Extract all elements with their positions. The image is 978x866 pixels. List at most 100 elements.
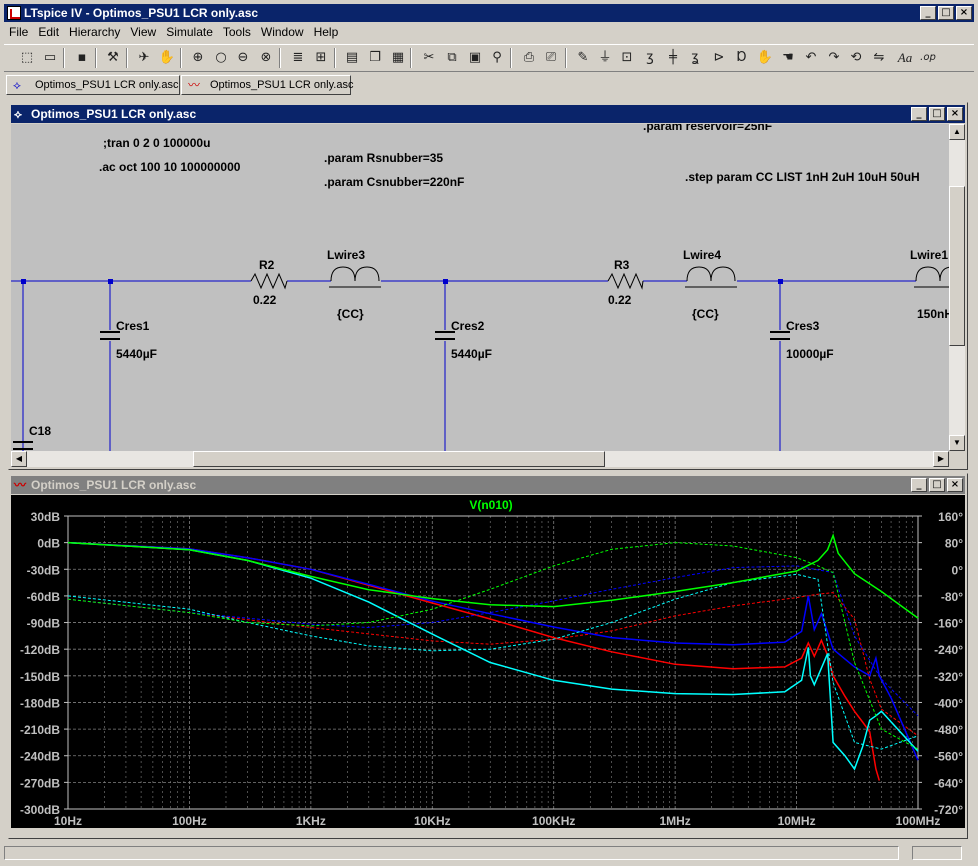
grid-icon[interactable]: ⊞ <box>312 49 330 67</box>
bode-plot[interactable]: 30dB 0dB -30dB -60dB -90dB -120dB -150dB -180dB… <box>11 495 965 828</box>
schematic-minimize-button[interactable]: _ <box>911 107 927 121</box>
tile-icon[interactable]: ▦ <box>389 49 407 67</box>
cres3-value[interactable]: 10000µF <box>786 347 834 361</box>
trace-label-v-n010[interactable]: V(n010) <box>469 498 512 512</box>
zoom-out-icon[interactable]: ○ <box>212 49 230 67</box>
trace-phase-7[interactable] <box>67 542 919 750</box>
move-icon[interactable]: ✋ <box>756 49 774 67</box>
rotate-icon[interactable]: ⟲ <box>847 49 865 67</box>
paste-icon[interactable]: ▣ <box>466 49 484 67</box>
horizontal-scroll-thumb[interactable] <box>193 451 605 467</box>
tab-schematic[interactable]: ⟡ Optimos_PSU1 LCR only.asc <box>6 75 180 95</box>
inductor-lwire3[interactable] <box>329 266 381 288</box>
zoom-in-icon[interactable]: ⊕ <box>189 49 207 67</box>
menu-window[interactable]: Window <box>256 25 309 39</box>
cres1-value[interactable]: 5440µF <box>116 347 157 361</box>
copy-icon[interactable]: ⧉ <box>443 49 461 67</box>
zoom-cancel-icon[interactable]: ⊗ <box>257 49 275 67</box>
schematic-vertical-scrollbar[interactable]: ▲ ▼ <box>949 124 965 451</box>
menu-help[interactable]: Help <box>309 25 344 39</box>
new-schematic-icon[interactable]: ⬚ <box>18 49 36 67</box>
cres2-value[interactable]: 5440µF <box>451 347 492 361</box>
directive-tran[interactable]: ;tran 0 2 0 100000u <box>103 136 210 150</box>
halt-icon[interactable]: ✋ <box>158 49 176 67</box>
trace-phase-5[interactable] <box>67 573 919 750</box>
ground-icon[interactable]: ⏚ <box>596 49 614 67</box>
directive-reservoir[interactable]: .param reservoir=25nF <box>643 124 772 133</box>
y-left-tick-label: -150dB <box>20 670 60 684</box>
directive-rsnubber[interactable]: .param Rsnubber=35 <box>324 151 443 165</box>
print-icon[interactable]: ⎙ <box>520 49 538 67</box>
save-icon[interactable]: ▪ <box>73 49 91 67</box>
scroll-right-icon[interactable]: ▶ <box>933 451 949 467</box>
menu-simulate[interactable]: Simulate <box>161 25 218 39</box>
redo-icon[interactable]: ↷ <box>825 49 843 67</box>
component-icon[interactable]: Ɒ <box>733 49 751 67</box>
mirror-icon[interactable]: ⇋ <box>870 49 888 67</box>
menu-file[interactable]: File <box>4 25 33 39</box>
capacitor-cres1[interactable] <box>100 331 120 340</box>
resistor-icon[interactable]: ʒ <box>641 49 659 67</box>
text-icon[interactable]: Aa <box>896 49 914 67</box>
autorange-icon[interactable]: ≣ <box>289 49 307 67</box>
schematic-maximize-button[interactable]: □ <box>929 107 945 121</box>
close-button[interactable]: × <box>956 6 972 20</box>
directive-step[interactable]: .step param CC LIST 1nH 2uH 10uH 50uH <box>685 170 920 184</box>
y-right-tick-label: 80° <box>945 537 963 551</box>
directive-ac[interactable]: .ac oct 100 10 100000000 <box>99 160 241 174</box>
waveform-close-button[interactable]: × <box>947 478 963 492</box>
lwire4-value[interactable]: {CC} <box>692 307 719 321</box>
print-preview-icon[interactable]: ⎚ <box>542 49 560 67</box>
trace-magnitude-4[interactable] <box>67 541 919 771</box>
y-right-tick-label: -400° <box>934 696 963 710</box>
schematic-close-button[interactable]: × <box>947 107 963 121</box>
tile-vertical-icon[interactable]: ▤ <box>343 49 361 67</box>
menu-hierarchy[interactable]: Hierarchy <box>64 25 125 39</box>
schematic-horizontal-scrollbar[interactable]: ◀ ▶ <box>11 451 949 467</box>
find-icon[interactable]: ⚲ <box>488 49 506 67</box>
run-icon[interactable]: ✈ <box>135 49 153 67</box>
inductor-icon[interactable]: ʓ <box>686 49 704 67</box>
scroll-down-icon[interactable]: ▼ <box>949 435 965 451</box>
trace-magnitude-6[interactable] <box>67 533 919 619</box>
open-icon[interactable]: ▭ <box>41 49 59 67</box>
menu-view[interactable]: View <box>125 25 161 39</box>
zoom-fit-icon[interactable]: ⊖ <box>234 49 252 67</box>
vertical-scroll-thumb[interactable] <box>949 186 965 346</box>
control-panel-icon[interactable]: ⚒ <box>104 49 122 67</box>
lwire3-value[interactable]: {CC} <box>337 307 364 321</box>
r3-value[interactable]: 0.22 <box>608 293 632 307</box>
drag-icon[interactable]: ☚ <box>779 49 797 67</box>
maximize-button[interactable]: □ <box>938 6 954 20</box>
waveform-maximize-button[interactable]: □ <box>929 478 945 492</box>
draw-wire-icon[interactable]: ✎ <box>574 49 592 67</box>
cut-icon[interactable]: ✂ <box>420 49 438 67</box>
diode-icon[interactable]: ⊳ <box>710 49 728 67</box>
scroll-left-icon[interactable]: ◀ <box>11 451 27 467</box>
schematic-canvas[interactable]: ;tran 0 2 0 100000u .ac oct 100 10 10000… <box>11 124 949 451</box>
label-net-icon[interactable]: ⊡ <box>618 49 636 67</box>
toolbar: ⬚ ▭ ▪ ⚒ ✈ ✋ ⊕ ○ ⊖ ⊗ ≣ ⊞ ▤ ❐ ▦ ✂ ⧉ ▣ ⚲ ⎙ … <box>4 44 974 72</box>
minimize-button[interactable]: _ <box>920 6 936 20</box>
capacitor-icon[interactable]: ╪ <box>664 49 682 67</box>
menu-edit[interactable]: Edit <box>33 25 64 39</box>
menu-tools[interactable]: Tools <box>218 25 256 39</box>
capacitor-cres2[interactable] <box>435 331 455 340</box>
capacitor-cres3[interactable] <box>770 331 790 340</box>
resistor-r2[interactable] <box>250 272 288 290</box>
cascade-icon[interactable]: ❐ <box>366 49 384 67</box>
waveform-minimize-button[interactable]: _ <box>911 478 927 492</box>
inductor-lwire4[interactable] <box>685 266 737 288</box>
waveform-plot-area[interactable]: 30dB 0dB -30dB -60dB -90dB -120dB -150dB -180dB… <box>11 495 965 828</box>
spice-directive-icon[interactable]: .op <box>919 49 937 67</box>
tab-waveform[interactable]: 〰 Optimos_PSU1 LCR only.asc <box>181 75 353 95</box>
undo-icon[interactable]: ↶ <box>802 49 820 67</box>
inductor-lwire1[interactable] <box>914 266 949 288</box>
menu-bar: File Edit Hierarchy View Simulate Tools … <box>4 22 974 41</box>
lwire1-value[interactable]: 150nH <box>917 307 949 321</box>
ltspice-app-icon[interactable] <box>7 6 21 20</box>
directive-csnubber[interactable]: .param Csnubber=220nF <box>324 175 464 189</box>
resistor-r3[interactable] <box>607 272 644 290</box>
r2-value[interactable]: 0.22 <box>253 293 277 307</box>
scroll-up-icon[interactable]: ▲ <box>949 124 965 140</box>
